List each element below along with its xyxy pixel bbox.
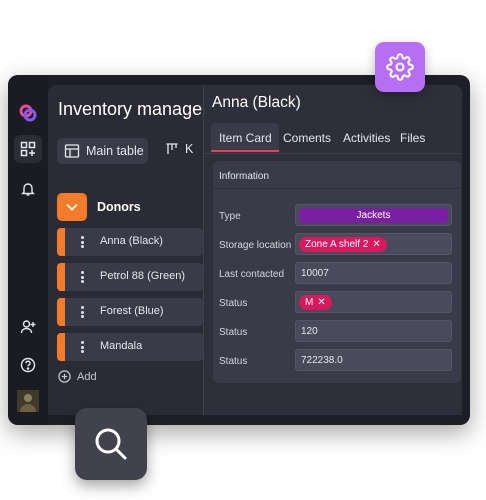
field-value: 120 (301, 326, 318, 337)
tab-item-card[interactable]: Item Card (211, 123, 279, 152)
field-label: Type (219, 211, 241, 222)
detail-title: Anna (Black) (212, 94, 301, 111)
items-panel: Inventory manage Main table K Donors Ann… (48, 85, 203, 415)
drag-handle-icon[interactable] (81, 306, 84, 318)
status-field[interactable]: 120 (295, 320, 452, 342)
field-label: Status (219, 298, 248, 309)
app-logo-icon[interactable] (14, 99, 42, 127)
tab-activities[interactable]: Activities (343, 131, 390, 145)
list-item[interactable]: Anna (Black) (57, 228, 203, 256)
list-item[interactable]: Forest (Blue) (57, 298, 203, 326)
close-icon[interactable]: ✕ (317, 297, 325, 308)
left-rail (8, 75, 48, 425)
row-color-bar (57, 333, 65, 361)
group-label: Donors (97, 200, 141, 214)
chip-label: Zone A shelf 2 (305, 239, 369, 250)
close-icon[interactable]: ✕ (372, 239, 380, 250)
app-window: Inventory manage Main table K Donors Ann… (8, 75, 470, 425)
drag-handle-icon[interactable] (81, 341, 84, 353)
field-label: Status (219, 356, 248, 367)
type-field[interactable]: Jackets (295, 204, 452, 226)
list-item-label: Anna (Black) (100, 235, 163, 247)
field-label: Last contacted (219, 269, 285, 280)
gear-icon[interactable] (375, 42, 425, 92)
add-circle-icon (58, 370, 71, 383)
type-tag: Jackets (299, 208, 448, 223)
avatar[interactable] (17, 390, 39, 412)
storage-location-field[interactable]: Zone A shelf 2 ✕ (295, 233, 452, 255)
row-color-bar (57, 228, 65, 256)
tab-main-table-label: Main table (86, 144, 144, 158)
storage-location-chip: Zone A shelf 2 ✕ (299, 237, 387, 252)
page-title: Inventory manage (58, 99, 203, 119)
status-field[interactable]: 722238.0 (295, 349, 452, 371)
field-value: 10007 (301, 268, 329, 279)
tab-main-table[interactable]: Main table (57, 138, 148, 164)
table-icon (64, 144, 80, 158)
kanban-icon (166, 143, 178, 154)
group-header[interactable]: Donors (57, 193, 203, 221)
add-item-button[interactable]: Add (58, 370, 97, 383)
section-title: Information (213, 161, 461, 189)
chip-label: M (305, 297, 314, 308)
bell-icon[interactable] (14, 175, 42, 203)
information-card: Information Type Jackets Storage locatio… (213, 161, 461, 383)
field-label: Storage location (219, 240, 292, 251)
status-chip: M ✕ (299, 295, 332, 310)
row-color-bar (57, 298, 65, 326)
list-item-label: Petrol 88 (Green) (100, 270, 185, 282)
item-detail-panel: Anna (Black) Item Card Coments Activitie… (203, 85, 462, 415)
tab-kanban-label: K (185, 142, 194, 156)
field-label: Status (219, 327, 248, 338)
help-icon[interactable] (14, 351, 42, 379)
search-icon[interactable] (75, 408, 147, 480)
tab-comments[interactable]: Coments (283, 131, 331, 145)
add-user-icon[interactable] (14, 313, 42, 341)
apps-grid-icon[interactable] (14, 135, 42, 163)
list-item[interactable]: Petrol 88 (Green) (57, 263, 203, 291)
field-value: 722238.0 (301, 355, 343, 366)
tab-files[interactable]: Files (400, 131, 425, 145)
list-item[interactable]: Mandala (57, 333, 203, 361)
list-item-label: Forest (Blue) (100, 305, 164, 317)
last-contacted-field[interactable]: 10007 (295, 262, 452, 284)
chevron-down-icon[interactable] (57, 193, 87, 221)
row-color-bar (57, 263, 65, 291)
drag-handle-icon[interactable] (81, 236, 84, 248)
list-item-label: Mandala (100, 340, 143, 352)
status-field[interactable]: M ✕ (295, 291, 452, 313)
drag-handle-icon[interactable] (81, 271, 84, 283)
detail-tabs: Item Card Coments Activities Files (204, 123, 462, 154)
add-label: Add (77, 370, 97, 383)
tab-kanban[interactable]: K (165, 142, 193, 156)
